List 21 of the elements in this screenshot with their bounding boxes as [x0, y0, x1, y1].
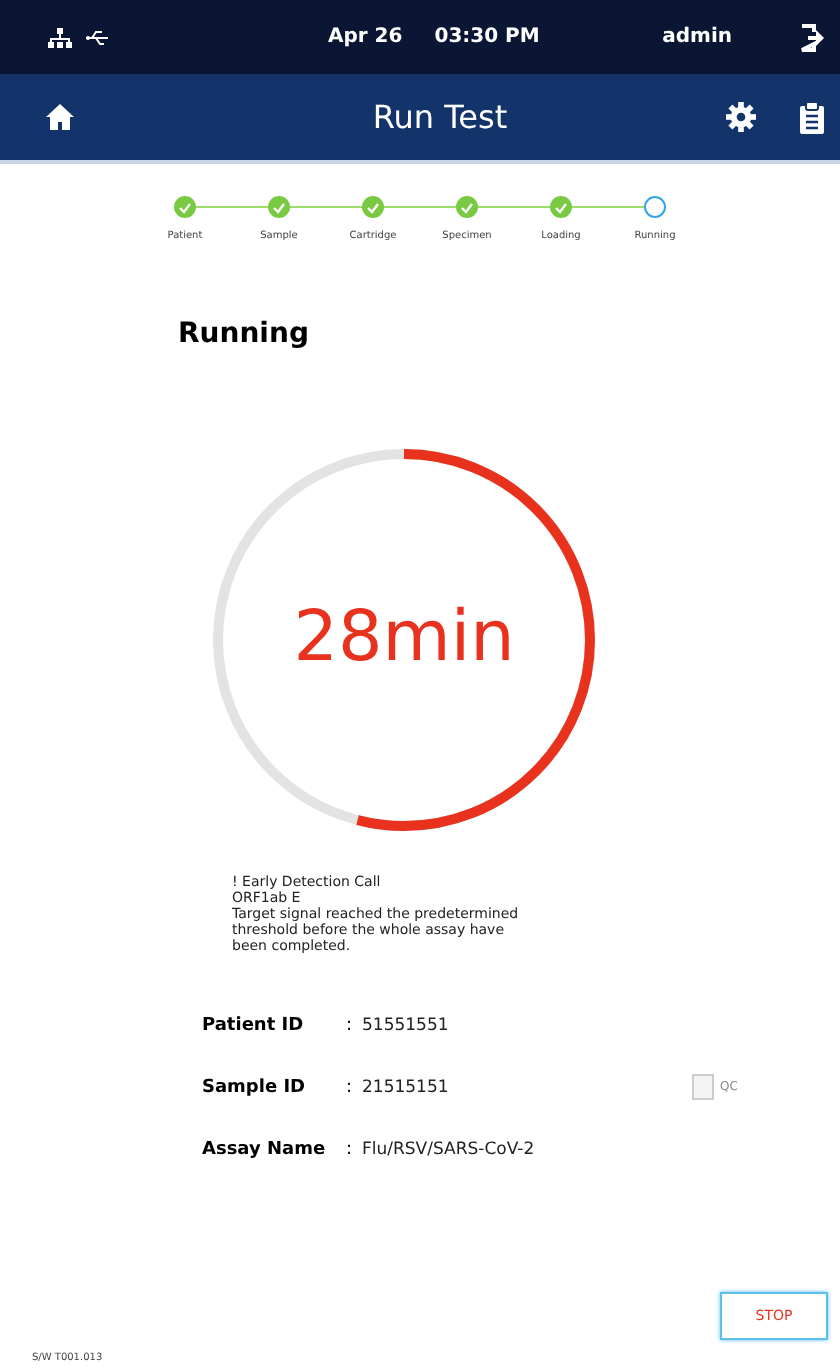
user-name: admin [662, 26, 732, 48]
time-remaining: 28min [291, 598, 517, 678]
field-value: 21515151 [362, 1077, 451, 1097]
field-label: Sample ID [202, 1077, 308, 1097]
home-icon[interactable] [46, 104, 74, 130]
field-value: Flu/RSV/SARS-CoV-2 [362, 1139, 537, 1159]
field-label: Assay Name [202, 1139, 328, 1159]
section-title: Running [178, 318, 311, 350]
field-value: 51551551 [362, 1015, 451, 1035]
clipboard-icon[interactable] [800, 101, 824, 133]
colon: : [346, 1077, 355, 1097]
page-title: Run Test [370, 98, 510, 136]
field-label: Patient ID [202, 1015, 306, 1035]
network-icon [48, 27, 72, 47]
usb-icon [86, 29, 110, 45]
status-time: 03:30 PM [434, 26, 540, 48]
qc-checkbox[interactable] [692, 1074, 714, 1100]
settings-icon[interactable] [726, 102, 756, 132]
colon: : [346, 1015, 355, 1035]
colon: : [346, 1139, 355, 1159]
status-date: Apr 26 [328, 26, 403, 48]
